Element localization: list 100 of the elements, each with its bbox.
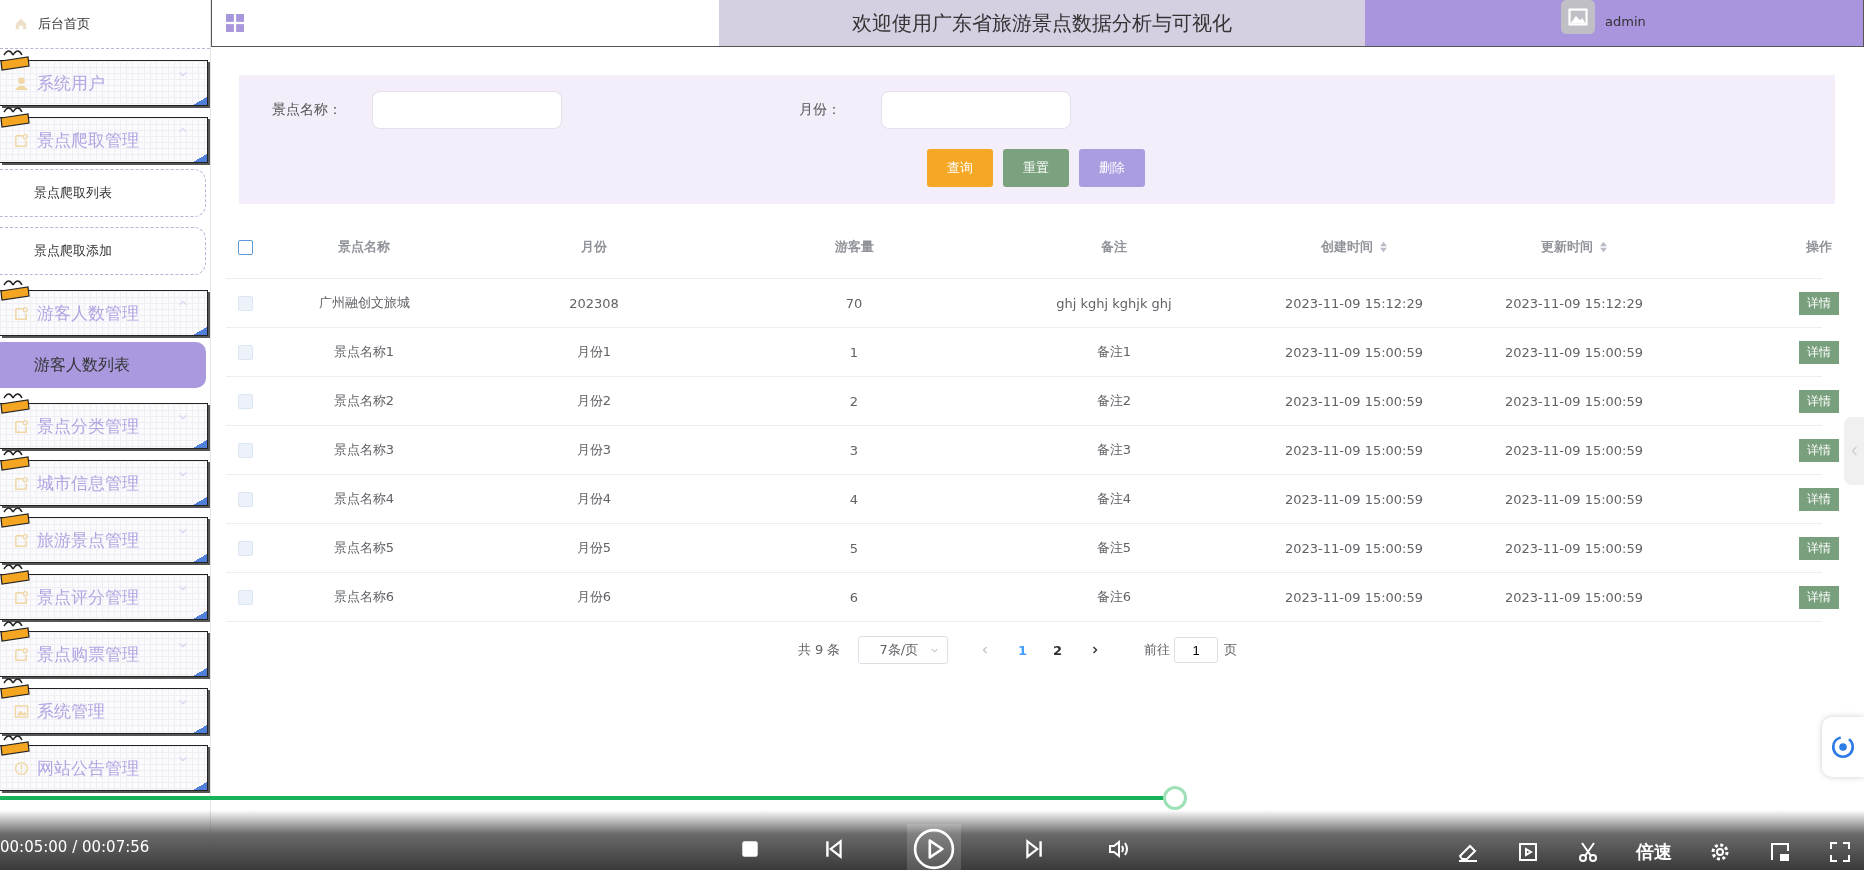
table-cell: 景点名称5	[333, 540, 395, 555]
info-icon	[14, 760, 29, 776]
table-cell: 备注3	[1096, 442, 1132, 457]
table-cell: 景点名称1	[333, 344, 395, 359]
menu-group[interactable]: 游客人数管理	[0, 290, 208, 336]
side-handle[interactable]	[1844, 417, 1864, 485]
column-header: 景点名称	[337, 238, 391, 256]
menu-group[interactable]: 旅游景点管理	[0, 517, 208, 563]
submenu-item[interactable]: 景点爬取添加	[0, 227, 206, 275]
row-checkbox[interactable]	[237, 589, 253, 605]
menu-group[interactable]: 景点爬取管理	[0, 117, 208, 163]
table-cell: 景点名称3	[333, 442, 395, 457]
sort-icon[interactable]	[1378, 241, 1388, 253]
detail-button[interactable]: 详情	[1799, 585, 1839, 609]
sort-icon[interactable]	[1598, 241, 1608, 253]
refresh-icon	[1830, 734, 1856, 760]
playback-time: 00:05:00 / 00:07:56	[0, 837, 150, 856]
table-cell: 景点名称2	[333, 393, 395, 408]
page-input[interactable]: 1	[1174, 637, 1219, 663]
detail-button[interactable]: 详情	[1799, 536, 1839, 560]
column-header[interactable]: 更新时间	[1464, 238, 1684, 256]
binder-clip-icon	[0, 734, 30, 756]
column-header[interactable]: 创建时间	[1244, 238, 1464, 256]
document-icon	[14, 532, 29, 548]
menu-group[interactable]: 网站公告管理	[0, 745, 208, 791]
table-cell: 月份2	[576, 393, 612, 408]
avatar-icon[interactable]	[1561, 0, 1595, 34]
home-menu-item[interactable]: 后台首页	[0, 0, 210, 49]
select-all-checkbox[interactable]	[237, 239, 253, 255]
field-label: 景点名称：	[272, 101, 343, 119]
input-field[interactable]	[881, 91, 1071, 129]
binder-clip-icon	[0, 677, 30, 699]
table-cell: 备注2	[1096, 393, 1132, 408]
document-icon	[14, 475, 29, 491]
menu-group[interactable]: 系统用户	[0, 60, 208, 106]
document-icon	[14, 418, 29, 434]
menu-group[interactable]: 系统管理	[0, 688, 208, 734]
row-checkbox[interactable]	[237, 491, 253, 507]
page-size-select[interactable]: 7条/页	[858, 636, 949, 664]
user-name[interactable]: admin	[1605, 14, 1646, 29]
table-cell: 备注4	[1096, 491, 1132, 506]
picture-in-picture-icon[interactable]	[1768, 840, 1792, 864]
menu-group[interactable]: 城市信息管理	[0, 460, 208, 506]
row-checkbox[interactable]	[237, 393, 253, 409]
page-number[interactable]: 1	[1012, 642, 1034, 658]
input-field[interactable]	[372, 91, 562, 129]
house-icon	[14, 17, 28, 31]
submenu-item[interactable]: 游客人数列表	[0, 342, 206, 388]
fullscreen-icon[interactable]	[1828, 840, 1852, 864]
menu-group[interactable]: 景点购票管理	[0, 631, 208, 677]
table-cell: 2	[849, 393, 859, 409]
grid-menu-icon[interactable]	[226, 14, 244, 32]
column-header: 游客量	[833, 238, 875, 256]
detail-button[interactable]: 详情	[1799, 291, 1839, 315]
menu-group[interactable]: 景点分类管理	[0, 403, 208, 449]
row-checkbox[interactable]	[237, 540, 253, 556]
menu-group[interactable]: 景点评分管理	[0, 574, 208, 620]
table-cell: 6	[849, 589, 859, 605]
document-icon	[14, 132, 29, 148]
detail-button[interactable]: 详情	[1799, 487, 1839, 511]
detail-button[interactable]: 详情	[1799, 340, 1839, 364]
binder-clip-icon	[0, 620, 30, 642]
speed-button[interactable]: 倍速	[1636, 840, 1672, 864]
delete-button[interactable]: 删除	[1078, 149, 1145, 187]
column-header: 月份	[580, 238, 608, 256]
total-count: 共 9 条	[797, 641, 841, 659]
submenu-item[interactable]: 景点爬取列表	[0, 169, 206, 217]
field-label: 月份：	[799, 101, 842, 119]
table-cell: 月份6	[576, 589, 612, 604]
play-button[interactable]	[907, 824, 962, 870]
table-cell: 2023-11-09 15:12:29	[1504, 295, 1644, 311]
table-cell: 广州融创文旅城	[318, 295, 410, 310]
floating-button[interactable]	[1822, 717, 1864, 777]
table-cell: 202308	[569, 295, 619, 311]
row-checkbox[interactable]	[237, 442, 253, 458]
binder-clip-icon	[0, 449, 30, 471]
query-button[interactable]: 查询	[926, 149, 993, 187]
table-cell: 2023-11-09 15:00:59	[1284, 540, 1424, 556]
table-cell: 3	[849, 442, 859, 458]
scissors-icon[interactable]	[1576, 840, 1600, 864]
page-number[interactable]: 2	[1047, 642, 1069, 658]
detail-button[interactable]: 详情	[1799, 438, 1839, 462]
table-cell: 2023-11-09 15:00:59	[1504, 540, 1644, 556]
row-checkbox[interactable]	[237, 344, 253, 360]
page-title: 欢迎使用广东省旅游景点数据分析与可视化	[719, 0, 1365, 46]
binder-clip-icon	[0, 563, 30, 585]
table-cell: 备注1	[1096, 344, 1132, 359]
detail-button[interactable]: 详情	[1799, 389, 1839, 413]
table-cell: 2023-11-09 15:00:59	[1504, 442, 1644, 458]
table-cell: 2023-11-09 15:00:59	[1504, 491, 1644, 507]
table-cell: 2023-11-09 15:12:29	[1284, 295, 1424, 311]
column-header: 备注	[1100, 238, 1128, 256]
row-checkbox[interactable]	[237, 295, 253, 311]
reset-button[interactable]: 重置	[1002, 149, 1069, 187]
table-cell: 1	[849, 344, 859, 360]
chevron-left-icon	[1850, 445, 1858, 457]
table-cell: 月份1	[576, 344, 612, 359]
table-cell: 2023-11-09 15:00:59	[1284, 589, 1424, 605]
screen-icon[interactable]	[1516, 840, 1540, 864]
progress-handle[interactable]	[1163, 786, 1188, 810]
